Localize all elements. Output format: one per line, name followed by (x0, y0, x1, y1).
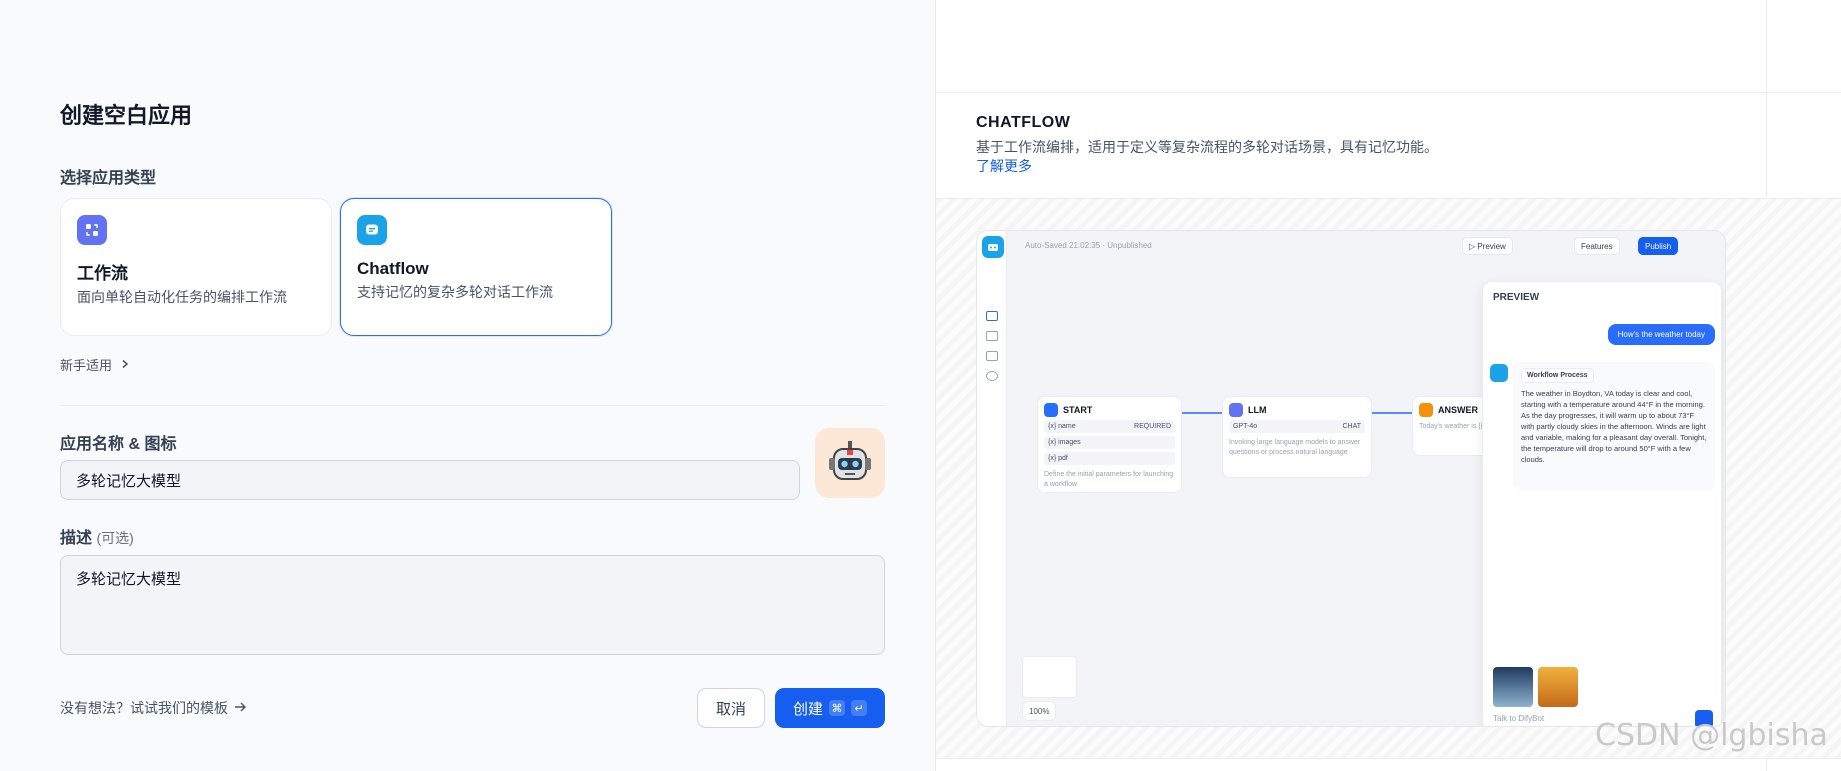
image-thumbnail (1493, 667, 1533, 707)
create-form-panel: 创建空白应用 选择应用类型 工作流 面向单轮自动化任务的编排工作流 Chatfl… (0, 0, 935, 771)
chatflow-preview-image: Auto-Saved 21:02:35 · Unpublished ▷ Prev… (976, 230, 1726, 727)
app-name-input[interactable]: 多轮记忆大模型 (60, 460, 800, 500)
chevron-right-icon (120, 357, 130, 372)
chat-preview-panel: PREVIEW How's the weather today Workflow… (1482, 281, 1722, 726)
llm-node: LLM GPT-4o CHAT Invoking large language m… (1222, 396, 1372, 478)
beginner-label: 新手适用 (60, 358, 113, 373)
var-pdf: {x} pdf (1048, 455, 1068, 462)
description-label: 描述 (可选) (60, 524, 134, 548)
doc-icon (986, 351, 998, 361)
minimap (1022, 656, 1077, 698)
llm-node-title: LLM (1248, 405, 1267, 415)
app-type-preview-panel: CHATFLOW 基于工作流编排，适用于定义等复杂流程的多轮对话场景，具有记忆功… (935, 0, 1841, 771)
llm-node-icon (1229, 403, 1243, 417)
description-label-text: 描述 (60, 530, 93, 547)
type-card-desc: 支持记忆的复杂多轮对话工作流 (357, 284, 553, 300)
enter-key-icon: ↵ (851, 700, 867, 716)
grid-line (936, 92, 1841, 93)
beginner-toggle[interactable]: 新手适用 (60, 355, 130, 374)
create-app-dialog: 创建空白应用 选择应用类型 工作流 面向单轮自动化任务的编排工作流 Chatfl… (0, 0, 1841, 771)
preview-button: ▷ Preview (1462, 237, 1513, 255)
var-required: REQUIRED (1134, 423, 1171, 430)
watermark: CSDN @lgbisha (1595, 718, 1828, 753)
answer-node-title: ANSWER (1438, 405, 1478, 415)
llm-model: GPT-4o (1233, 423, 1258, 430)
type-card-title: 工作流 (77, 264, 128, 283)
var-name: {x} name (1048, 423, 1076, 430)
app-type-label: 选择应用类型 (60, 170, 157, 187)
start-node-desc: Define the initial parameters for launch… (1044, 471, 1174, 488)
chatflow-icon (357, 215, 387, 245)
publish-button: Publish (1638, 237, 1679, 255)
bot-answer: Workflow Process The weather in Boydton,… (1513, 362, 1715, 490)
chat-input-placeholder: Talk to DifyBot (1493, 714, 1545, 723)
learn-more-link[interactable]: 了解更多 (976, 158, 1032, 174)
cmd-key-icon: ⌘ (829, 700, 845, 716)
type-card-title: Chatflow (357, 259, 429, 278)
divider (60, 405, 885, 406)
robot-avatar-icon[interactable] (815, 428, 885, 498)
start-node-icon (1044, 403, 1058, 417)
template-link[interactable]: 没有想法？试试我们的模板 (60, 698, 247, 718)
template-link-text: 没有想法？试试我们的模板 (60, 700, 228, 716)
workflow-process-pill: Workflow Process (1521, 368, 1594, 383)
answer-node-icon (1419, 403, 1433, 417)
autosave-status: Auto-Saved 21:02:35 · Unpublished (1025, 241, 1152, 250)
edge (1182, 412, 1222, 414)
dify-bot-logo-icon (982, 236, 1004, 258)
preview-description-text: 基于工作流编排，适用于定义等复杂流程的多轮对话场景，具有记忆功能。 (976, 139, 1438, 155)
create-button-label: 创建 (792, 700, 823, 718)
preview-description: 基于工作流编排，适用于定义等复杂流程的多轮对话场景，具有记忆功能。 了解更多 (976, 138, 1446, 176)
start-node-title: START (1063, 405, 1093, 415)
var-images: {x} images (1048, 439, 1081, 446)
grid-line (936, 758, 1841, 759)
llm-node-desc: Invoking large language models to answer… (1229, 439, 1361, 456)
start-node: START {x} name REQUIRED {x} images {x} pd… (1037, 396, 1182, 493)
type-card-desc: 面向单轮自动化任务的编排工作流 (77, 289, 287, 305)
mock-sidebar (977, 231, 1007, 726)
bot-avatar-icon (1490, 364, 1508, 382)
globe-icon (986, 371, 998, 381)
terminal-icon (986, 331, 998, 341)
edge (1372, 412, 1412, 414)
image-thumbnail (1538, 667, 1578, 707)
arrow-right-icon (234, 700, 247, 716)
user-message: How's the weather today (1607, 324, 1715, 345)
chat-preview-title: PREVIEW (1493, 292, 1540, 303)
app-name-label: 应用名称 & 图标 (60, 436, 177, 453)
workflow-icon (77, 215, 107, 245)
dialog-title: 创建空白应用 (60, 103, 193, 128)
preview-title: CHATFLOW (976, 114, 1071, 131)
canvas-icon (986, 311, 998, 321)
zoom-level: 100% (1029, 706, 1050, 716)
optional-hint: (可选) (96, 530, 134, 546)
bot-answer-text: The weather in Boydton, VA today is clea… (1521, 389, 1707, 464)
description-textarea[interactable]: 多轮记忆大模型 (60, 555, 885, 655)
llm-mode: CHAT (1342, 423, 1361, 430)
type-card-chatflow[interactable]: Chatflow 支持记忆的复杂多轮对话工作流 (340, 198, 612, 336)
zoom-control: 100% (1022, 701, 1057, 721)
type-card-workflow[interactable]: 工作流 面向单轮自动化任务的编排工作流 (60, 198, 332, 336)
cancel-button[interactable]: 取消 (697, 688, 765, 728)
features-button: Features (1574, 237, 1620, 255)
create-button[interactable]: 创建 ⌘ ↵ (775, 688, 885, 728)
